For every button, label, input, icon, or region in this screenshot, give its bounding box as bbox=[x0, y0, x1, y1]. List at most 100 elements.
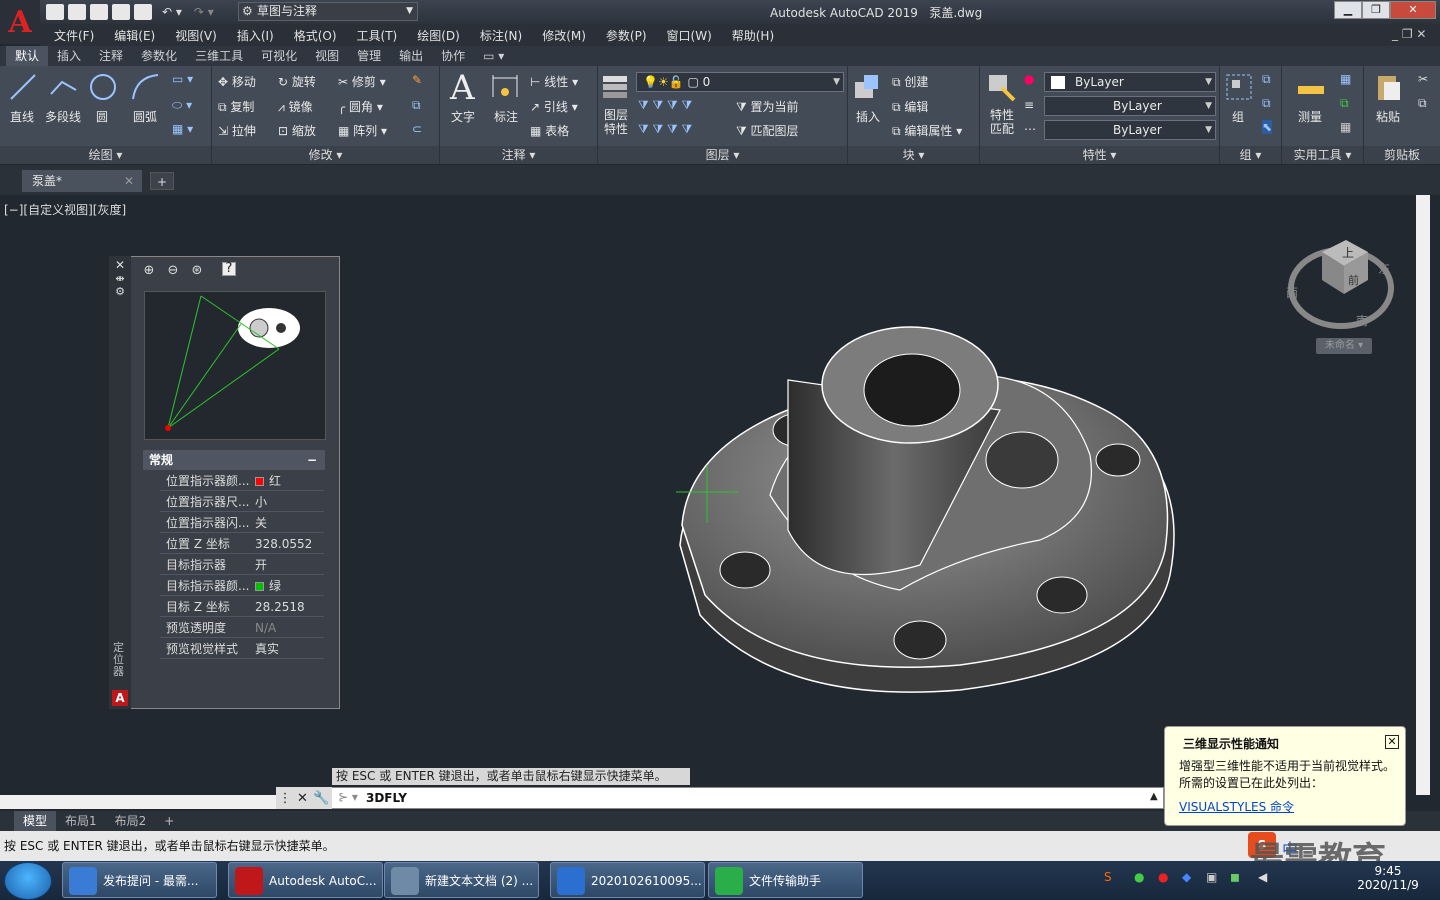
menu-tools[interactable]: 工具(T) bbox=[357, 27, 398, 44]
auto-hide-icon[interactable]: ⇼ bbox=[109, 272, 131, 285]
close-icon[interactable]: ✕ bbox=[124, 170, 134, 192]
weibo-icon[interactable]: ● bbox=[1158, 870, 1168, 884]
color-dropdown[interactable]: ByLayer ▼ bbox=[1044, 72, 1216, 92]
property-value-cell[interactable]: 绿 bbox=[255, 576, 281, 596]
zoom-out-icon[interactable]: ⊖ bbox=[164, 262, 182, 280]
panel-title[interactable]: 图层 ▾ bbox=[598, 146, 847, 164]
tab-3d-tools[interactable]: 三维工具 bbox=[186, 46, 252, 66]
insert-block-icon[interactable] bbox=[852, 72, 882, 102]
close-icon[interactable]: ✕ bbox=[1385, 735, 1399, 749]
panel-title[interactable]: 块 ▾ bbox=[848, 146, 979, 164]
property-value-cell[interactable]: 红 bbox=[255, 471, 281, 491]
open-icon[interactable] bbox=[68, 4, 86, 20]
panel-title[interactable]: 绘图 ▾ bbox=[0, 146, 211, 164]
zoom-in-icon[interactable]: ⊕ bbox=[140, 262, 158, 280]
viewport-controls-label[interactable]: [−][自定义视图][灰度] bbox=[4, 201, 126, 218]
tab-visualize[interactable]: 可视化 bbox=[252, 46, 306, 66]
property-row[interactable]: 目标指示器 开 bbox=[160, 555, 324, 575]
new-icon[interactable] bbox=[46, 4, 64, 20]
help-icon[interactable]: ? bbox=[222, 262, 236, 276]
tab-default[interactable]: 默认 bbox=[6, 46, 49, 66]
viewcube-face-label[interactable]: 前 bbox=[1348, 272, 1359, 288]
close-icon[interactable]: ✕ bbox=[109, 258, 131, 272]
group-icon[interactable] bbox=[1224, 72, 1254, 102]
quick-select-icon[interactable]: ⧉ bbox=[1340, 96, 1349, 111]
save-as-icon[interactable] bbox=[112, 4, 130, 20]
menu-help[interactable]: 帮助(H) bbox=[732, 27, 774, 44]
tab-manage[interactable]: 管理 bbox=[348, 46, 390, 66]
panel-title[interactable]: 实用工具 ▾ bbox=[1282, 146, 1363, 164]
command-history-icon[interactable]: ▲ bbox=[1150, 791, 1158, 802]
menu-insert[interactable]: 插入(I) bbox=[237, 27, 274, 44]
property-row[interactable]: 目标指示器颜... 绿 bbox=[160, 576, 324, 596]
panel-title[interactable]: 注释 ▾ bbox=[440, 146, 597, 164]
create-block-button[interactable]: ⧉ 创建 bbox=[892, 73, 928, 90]
panel-title[interactable]: 组 ▾ bbox=[1220, 146, 1281, 164]
tab-view[interactable]: 视图 bbox=[306, 46, 348, 66]
id-point-icon[interactable]: ▦ bbox=[1340, 120, 1351, 134]
redo-icon[interactable]: ↷ ▾ bbox=[194, 5, 214, 19]
line-icon[interactable] bbox=[8, 72, 38, 102]
menu-file[interactable]: 文件(F) bbox=[54, 27, 94, 44]
property-row[interactable]: 位置指示器尺... 小 bbox=[160, 492, 324, 512]
collapse-icon[interactable]: − bbox=[307, 450, 317, 470]
sogou-icon[interactable]: S bbox=[1104, 870, 1112, 884]
menu-parametric[interactable]: 参数(P) bbox=[606, 27, 647, 44]
dimension-button-label[interactable]: 标注 bbox=[494, 108, 518, 125]
document-tab[interactable]: 泵盖* ✕ bbox=[22, 170, 142, 192]
match-properties-icon[interactable] bbox=[986, 72, 1016, 102]
menu-modify[interactable]: 修改(M) bbox=[542, 27, 586, 44]
layer-tools-row1[interactable]: ⧩ ⧩ ⧩ ⧩ bbox=[638, 98, 692, 113]
edit-attributes-button[interactable]: ⧉ 编辑属性 ▾ bbox=[892, 122, 962, 139]
minimize-button[interactable]: ▁ bbox=[1334, 1, 1362, 19]
ribbon-toggle-icon[interactable]: ▭ ▾ bbox=[474, 46, 513, 66]
linetype-dropdown[interactable]: ByLayer ▼ bbox=[1044, 96, 1216, 116]
taskbar-button[interactable]: 2020102610095... bbox=[550, 862, 705, 898]
property-value-cell[interactable]: 真实 bbox=[255, 639, 279, 659]
menu-view[interactable]: 视图(V) bbox=[175, 27, 217, 44]
taskbar-button[interactable]: 新建文本文档 (2) ... bbox=[384, 862, 539, 898]
panel-title[interactable]: 剪贴板 bbox=[1364, 146, 1440, 164]
arc-icon[interactable] bbox=[130, 72, 160, 102]
tab-insert[interactable]: 插入 bbox=[48, 46, 90, 66]
trim-button[interactable]: ✂ 修剪 ▾ bbox=[338, 73, 386, 90]
move-button[interactable]: ✥ 移动 bbox=[218, 73, 256, 90]
color-wheel-icon[interactable]: ● bbox=[1024, 72, 1034, 86]
group-edit-icon[interactable]: ⧉ bbox=[1262, 96, 1271, 111]
property-row[interactable]: 位置指示器颜... 红 bbox=[160, 471, 324, 491]
wechat-icon[interactable]: ● bbox=[1134, 870, 1144, 884]
paste-button-label[interactable]: 粘贴 bbox=[1376, 108, 1400, 125]
command-input[interactable]: 3DFLY bbox=[366, 791, 407, 805]
arc-button-label[interactable]: 圆弧 bbox=[133, 108, 157, 125]
edit-block-button[interactable]: ⧉ 编辑 bbox=[892, 98, 928, 115]
taskbar-button[interactable]: Autodesk AutoC... bbox=[228, 862, 383, 898]
taskbar-button[interactable]: 发布提问 - 最需... bbox=[62, 862, 217, 898]
save-icon[interactable] bbox=[90, 4, 108, 20]
layer-tools-row2[interactable]: ⧩ ⧩ ⧩ ⧩ bbox=[638, 122, 692, 137]
table-button[interactable]: ▦ 表格 bbox=[530, 122, 569, 139]
text-button-label[interactable]: 文字 bbox=[451, 108, 475, 125]
panel-title[interactable]: 特性 ▾ bbox=[980, 146, 1219, 164]
layer-properties-button[interactable]: 图层 特性 bbox=[604, 108, 628, 136]
match-layer-button[interactable]: ⧩ 匹配图层 bbox=[736, 122, 799, 139]
paste-icon[interactable] bbox=[1374, 72, 1404, 102]
cut-icon[interactable]: ✂ bbox=[1418, 72, 1428, 86]
menu-draw[interactable]: 绘图(D) bbox=[417, 27, 460, 44]
tab-model[interactable]: 模型 bbox=[14, 811, 57, 831]
menu-window[interactable]: 窗口(W) bbox=[667, 27, 712, 44]
maximize-button[interactable]: ❐ bbox=[1362, 1, 1390, 19]
nvidia-icon[interactable]: ◼ bbox=[1230, 870, 1240, 884]
boundary-icon[interactable]: ▦ ▾ bbox=[172, 122, 193, 136]
measure-icon[interactable] bbox=[1296, 72, 1326, 102]
zoom-extents-icon[interactable]: ⊛ bbox=[188, 262, 206, 280]
panel-title[interactable]: 修改 ▾ bbox=[212, 146, 439, 164]
clock[interactable]: 9:45 2020/11/9 bbox=[1356, 864, 1420, 892]
property-value-cell[interactable]: 28.2518 bbox=[255, 597, 305, 617]
menu-format[interactable]: 格式(O) bbox=[294, 27, 337, 44]
tab-collaborate[interactable]: 协作 bbox=[432, 46, 474, 66]
property-value-cell[interactable]: 小 bbox=[255, 492, 267, 512]
set-current-button[interactable]: ⧩ 置为当前 bbox=[736, 98, 799, 115]
polyline-icon[interactable] bbox=[48, 72, 78, 102]
tab-parametric[interactable]: 参数化 bbox=[132, 46, 186, 66]
customize-icon[interactable]: 🔧 bbox=[313, 791, 329, 806]
